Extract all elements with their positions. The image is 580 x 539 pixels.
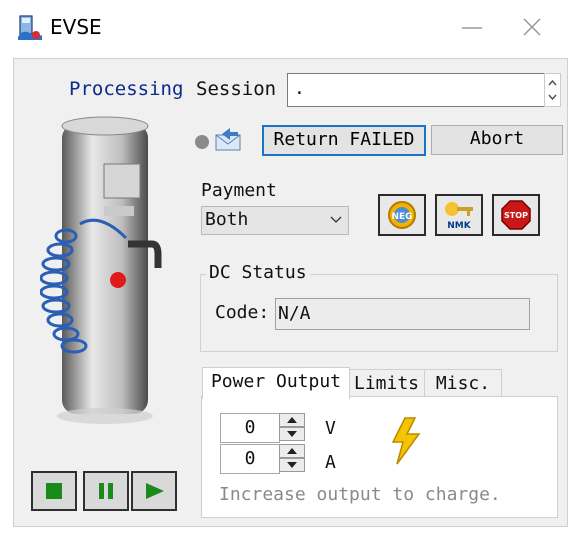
session-input[interactable]: . [287, 73, 545, 107]
title-bar: EVSE [0, 0, 580, 56]
pause-button[interactable] [83, 471, 129, 511]
stop-icon: STOP [501, 200, 531, 230]
tab-limits[interactable]: Limits [348, 369, 425, 397]
code-label: Code: [215, 302, 270, 323]
minimize-icon[interactable] [452, 14, 492, 42]
current-stepper[interactable] [279, 444, 305, 472]
negotiate-button[interactable]: NEG [378, 194, 426, 236]
play-button[interactable] [131, 471, 177, 511]
current-unit: A [325, 452, 336, 473]
stop-icon [46, 483, 62, 499]
evse-app-icon [18, 15, 42, 40]
payment-label: Payment [201, 180, 277, 201]
lightning-bolt-icon [391, 417, 421, 465]
processing-status: Processing [69, 78, 184, 100]
tab-power-output[interactable]: Power Output [202, 367, 350, 399]
play-icon [146, 483, 164, 499]
close-icon[interactable] [512, 14, 552, 42]
session-label: Session [196, 78, 277, 100]
ev-charger-image [40, 116, 162, 424]
chevron-down-icon [330, 216, 342, 223]
session-value: . [294, 78, 305, 99]
nmk-button[interactable]: NMK [435, 194, 483, 236]
dc-status-title: DC Status [206, 262, 310, 283]
code-value: N/A [278, 303, 311, 324]
nmk-icon: NMK [445, 202, 473, 231]
voltage-input[interactable]: 0 [220, 413, 280, 443]
message-status-icon [195, 128, 241, 151]
tab-misc[interactable]: Misc. [424, 369, 502, 397]
window-title: EVSE [50, 15, 102, 39]
svg-text:STOP: STOP [504, 211, 528, 220]
current-input[interactable]: 0 [220, 444, 280, 474]
svg-text:NMK: NMK [447, 221, 471, 231]
voltage-unit: V [325, 418, 336, 439]
session-scroll-spinner[interactable] [544, 73, 561, 107]
stop-button[interactable] [31, 471, 77, 511]
abort-button[interactable]: Abort [431, 125, 563, 155]
payment-selected: Both [205, 209, 249, 230]
pause-icon [99, 483, 113, 499]
return-failed-button[interactable]: Return FAILED [262, 125, 426, 156]
svg-text:NEG: NEG [391, 212, 412, 222]
neg-icon: NEG [388, 201, 416, 229]
code-field: N/A [275, 298, 530, 330]
voltage-stepper[interactable] [279, 413, 305, 441]
stop-sign-button[interactable]: STOP [492, 194, 540, 236]
charge-hint: Increase output to charge. [219, 484, 501, 505]
payment-select[interactable]: Both [201, 206, 349, 235]
